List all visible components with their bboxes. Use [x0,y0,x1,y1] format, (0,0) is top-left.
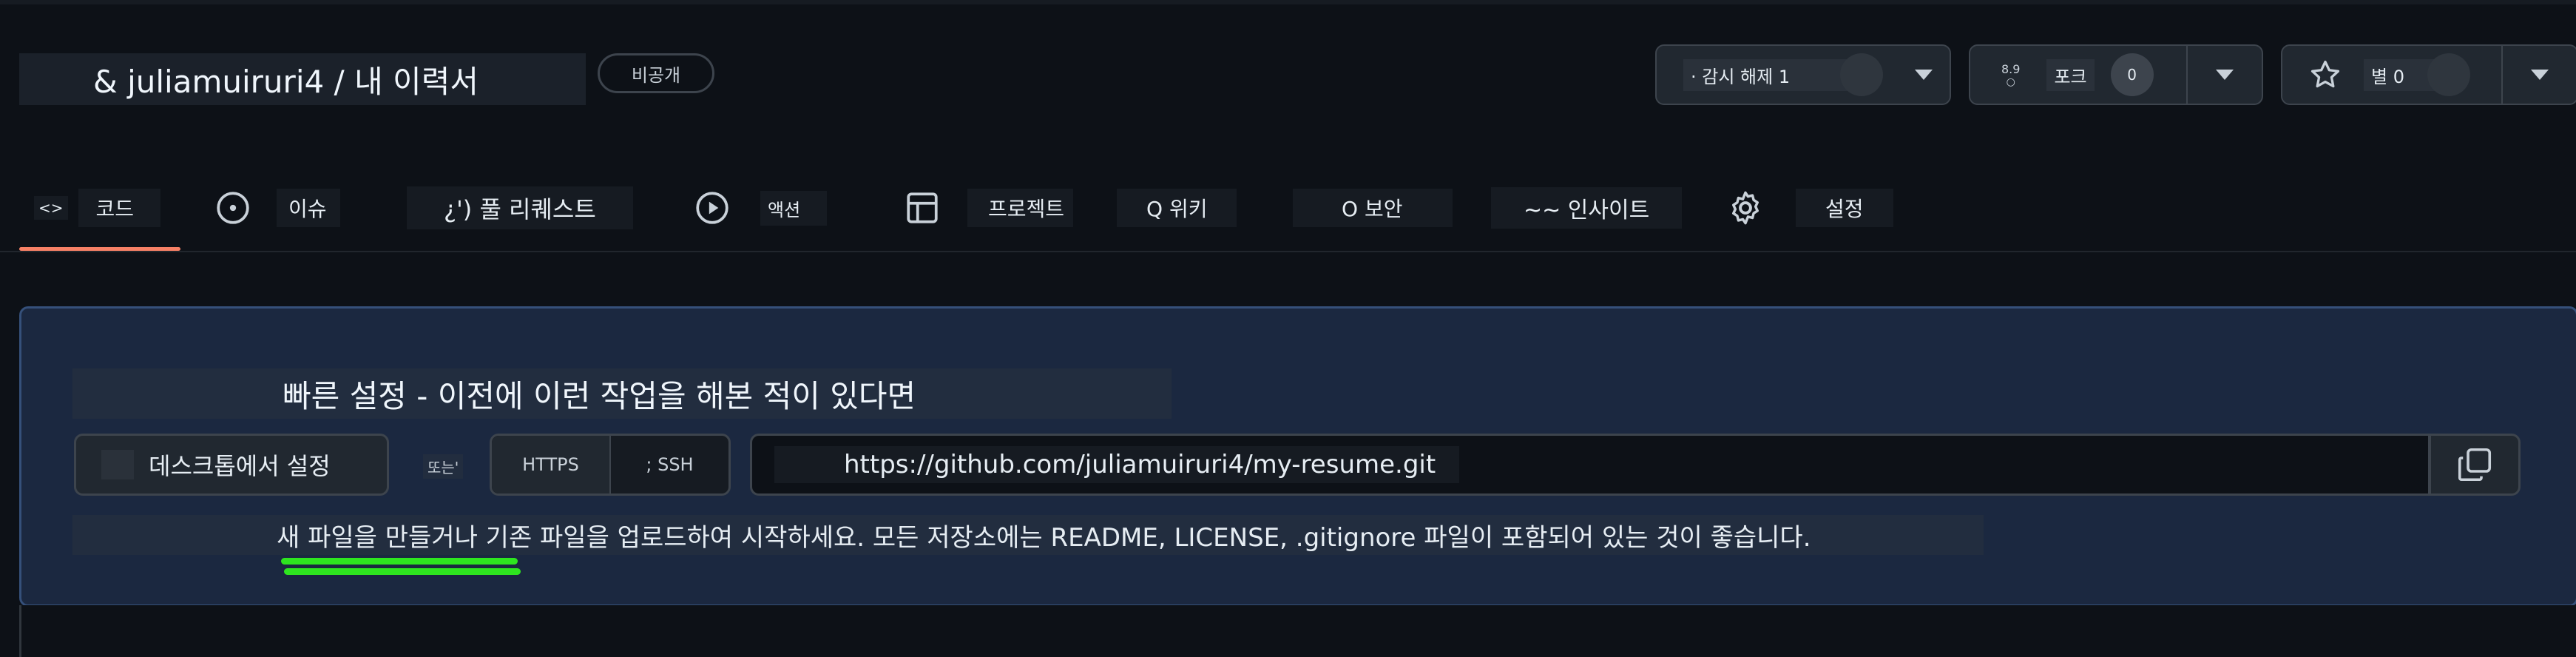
fork-label: 포크 [2046,58,2095,91]
repo-title-text: & juliamuiruri4 / 내 이력서 [93,63,479,100]
nav-divider [0,251,2576,252]
tab-issues-label: 이슈 [277,189,340,227]
copy-icon [2458,448,2492,482]
table-icon [907,192,938,223]
tab-issues[interactable]: 이슈 [214,164,340,252]
star-counter [2427,53,2470,96]
fork-button-group: 8.9 ○ 포크 0 [1969,44,2263,105]
tab-wiki-label: Q 위키 [1117,189,1237,227]
tab-actions[interactable]: 액션 [694,164,828,252]
tab-wiki[interactable]: Q 위키 [1117,164,1237,252]
tab-projects[interactable]: 프로젝트 [904,164,1074,252]
tab-pull-requests-label: ¿') 풀 리퀘스트 [407,186,633,229]
tab-insights-label: ~~ 인사이트 [1491,187,1683,229]
fork-counter: 0 [2110,53,2154,96]
protocol-toggle: HTTPS ; SSH [490,434,731,496]
getting-started-hint-text: 새 파일을 만들거나 기존 파일을 업로드하여 시작하세요. 모든 저장소에는 … [277,522,1811,553]
tab-actions-label: 액션 [760,190,828,226]
repo-title[interactable]: & juliamuiruri4 / 내 이력서 [19,53,586,105]
tab-projects-label: 프로젝트 [967,189,1074,227]
watch-button[interactable]: · 감시 해제 1 [1657,46,1898,104]
getting-started-hint: 새 파일을 만들거나 기존 파일을 업로드하여 시작하세요. 모든 저장소에는 … [72,515,1984,555]
fork-icon: 8.9 ○ [2001,61,2021,88]
tab-security[interactable]: O 보안 [1293,164,1453,252]
visibility-badge: 비공개 [598,53,714,93]
quick-setup-title-text: 빠른 설정 - 이전에 이런 작업을 해본 적이 있다면 [283,377,916,414]
setup-desktop-button[interactable]: 데스크톱에서 설정 [74,434,389,496]
tab-insights[interactable]: ~~ 인사이트 [1491,164,1683,252]
highlight-stroke-2 [284,568,521,575]
lower-panel [19,605,2576,657]
chevron-down-icon [2531,70,2549,80]
code-icon: <> [34,196,68,220]
chevron-down-icon [2216,70,2234,80]
fork-dropdown[interactable] [2186,46,2262,104]
clone-url-input[interactable]: https://github.com/juliamuiruri4/my-resu… [750,434,2430,496]
quick-setup-title: 빠른 설정 - 이전에 이런 작업을 해본 적이 있다면 [72,368,1172,419]
watch-counter [1840,53,1883,96]
clone-url-value-box: https://github.com/juliamuiruri4/my-resu… [774,446,1459,483]
tab-settings[interactable]: 설정 [1726,164,1893,252]
fork-button[interactable]: 8.9 ○ 포크 0 [1970,46,2186,104]
chevron-down-icon [1915,70,1933,80]
ssh-button[interactable]: ; SSH [611,436,728,493]
or-label: 또는' [423,454,464,479]
clone-url-value: https://github.com/juliamuiruri4/my-resu… [844,450,1436,479]
watch-button-group: · 감시 해제 1 [1655,44,1951,105]
tab-settings-label: 설정 [1796,189,1893,227]
star-dropdown[interactable] [2501,46,2576,104]
tab-pull-requests[interactable]: ¿') 풀 리퀘스트 [407,164,633,252]
watch-label: · 감시 해제 1 [1683,58,1853,91]
watch-dropdown[interactable] [1898,46,1950,104]
tab-code[interactable]: <> 코드 [34,164,161,252]
star-button-group: 별 0 [2281,44,2576,105]
fork-badge: 8.9 [2001,61,2021,76]
tab-code-label: 코드 [78,189,161,227]
issue-icon [217,192,249,224]
highlight-stroke-1 [281,558,518,565]
gear-icon [1732,191,1759,225]
star-button[interactable]: 별 0 [2282,46,2501,104]
star-icon [2310,60,2340,88]
play-icon [696,192,728,224]
copy-url-button[interactable] [2429,434,2521,496]
https-button[interactable]: HTTPS [492,436,611,493]
tab-security-label: O 보안 [1293,189,1453,227]
desktop-icon [101,450,134,479]
repo-nav: <> 코드 이슈 ¿') 풀 리퀘스트 액션 프로젝트 Q 위키 O 보안 ~~… [0,164,2576,252]
setup-desktop-label: 데스크톱에서 설정 [149,452,331,480]
top-bar-line [0,0,2576,4]
